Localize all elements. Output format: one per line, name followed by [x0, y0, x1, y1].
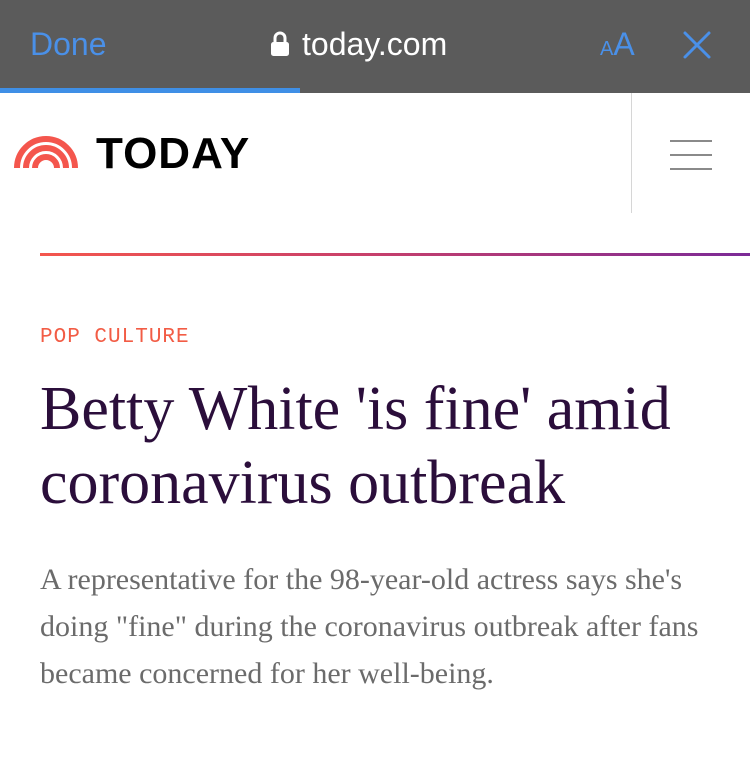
menu-line	[670, 168, 712, 170]
page-load-progress-bar	[0, 88, 300, 93]
done-button[interactable]: Done	[30, 24, 107, 64]
url-text: today.com	[302, 26, 448, 62]
menu-line	[670, 154, 712, 156]
lock-icon	[270, 31, 290, 57]
browser-toolbar: Done today.com A A	[0, 0, 750, 93]
text-size-large-label: A	[613, 26, 635, 62]
site-brand[interactable]: TODAY	[96, 130, 250, 178]
text-size-small-label: A	[600, 38, 614, 60]
today-sunrise-logo-icon[interactable]	[14, 136, 78, 175]
article-category[interactable]: POP CULTURE	[40, 324, 190, 352]
header-divider	[631, 93, 632, 213]
article-headline: Betty White 'is fine' amid coronavirus o…	[40, 375, 671, 517]
article-dek: A representative for the 98-year-old act…	[40, 563, 699, 690]
gradient-divider	[40, 253, 750, 256]
text-size-button[interactable]: A A	[600, 24, 635, 64]
address-bar[interactable]: today.com	[270, 24, 447, 64]
close-icon[interactable]	[682, 30, 712, 65]
menu-line	[670, 140, 712, 142]
hamburger-menu-icon[interactable]	[670, 140, 712, 182]
